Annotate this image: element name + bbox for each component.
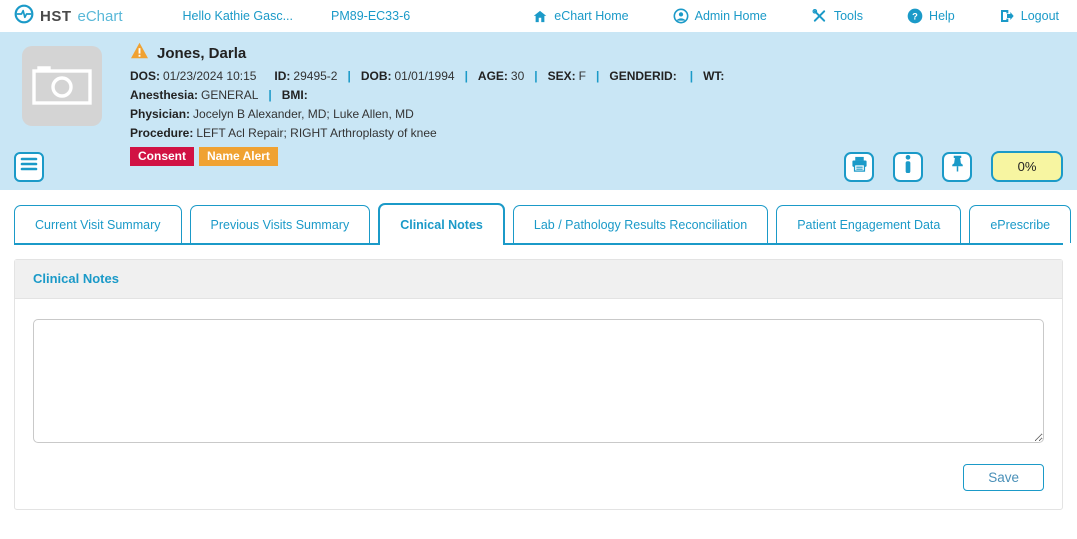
separator: | — [596, 67, 599, 86]
nav-label: Admin Home — [695, 9, 767, 23]
tab-bar: Current Visit Summary Previous Visits Su… — [14, 203, 1063, 245]
brand-echart-text: eChart — [78, 8, 123, 25]
patient-procedure-line: Procedure:LEFT Acl Repair; RIGHT Arthrop… — [130, 124, 727, 143]
warning-icon — [130, 42, 149, 64]
separator: | — [690, 67, 693, 86]
field-label: Anesthesia: — [130, 86, 198, 105]
pin-button[interactable] — [942, 152, 972, 182]
chart-completion-badge[interactable]: 0% — [991, 151, 1063, 182]
top-navigation-bar: HST eChart Hello Kathie Gasc... PM89-EC3… — [0, 0, 1077, 32]
field-label: DOB: — [361, 67, 392, 86]
tools-icon — [811, 8, 828, 24]
field-value: GENERAL — [201, 86, 258, 105]
user-greeting[interactable]: Hello Kathie Gasc... — [183, 9, 293, 23]
nav-label: eChart Home — [554, 9, 628, 23]
field-value: LEFT Acl Repair; RIGHT Arthroplasty of k… — [196, 124, 436, 143]
field-value: 30 — [511, 67, 524, 86]
panel-title: Clinical Notes — [33, 271, 119, 286]
clinical-notes-panel: Clinical Notes Save — [14, 259, 1063, 510]
clinical-notes-textarea[interactable] — [33, 319, 1044, 443]
tab-clinical-notes[interactable]: Clinical Notes — [378, 203, 505, 245]
camera-icon — [31, 62, 93, 111]
save-button[interactable]: Save — [963, 464, 1044, 491]
patient-photo-placeholder[interactable] — [22, 46, 102, 126]
home-icon — [532, 9, 548, 24]
patient-header: Jones, Darla DOS:01/23/2024 10:15 ID:294… — [0, 32, 1077, 190]
separator: | — [465, 67, 468, 86]
tab-lab-pathology-results-reconciliation[interactable]: Lab / Pathology Results Reconciliation — [513, 205, 768, 243]
tab-eprescribe[interactable]: ePrescribe — [969, 205, 1071, 243]
field-label: AGE: — [478, 67, 508, 86]
info-button[interactable] — [893, 152, 923, 182]
field-label: DOS: — [130, 67, 160, 86]
separator: | — [534, 67, 537, 86]
field-value: F — [579, 67, 586, 86]
logout-icon — [999, 8, 1015, 24]
topbar-nav: eChart Home Admin Home Tools ? Help Logo… — [510, 8, 1067, 24]
nav-label: Tools — [834, 9, 863, 23]
field-label: Physician: — [130, 105, 190, 124]
pin-icon — [950, 155, 965, 178]
patient-physician-line: Physician:Jocelyn B Alexander, MD; Luke … — [130, 105, 727, 124]
field-label: ID: — [274, 67, 290, 86]
field-value: 01/23/2024 10:15 — [163, 67, 256, 86]
patient-info-line-2: Anesthesia:GENERAL | BMI: — [130, 86, 727, 105]
print-button[interactable] — [844, 152, 874, 182]
nav-tools[interactable]: Tools — [789, 8, 885, 24]
separator: | — [347, 67, 350, 86]
field-label: Procedure: — [130, 124, 193, 143]
tab-current-visit-summary[interactable]: Current Visit Summary — [14, 205, 182, 243]
panel-header: Clinical Notes — [15, 260, 1062, 299]
svg-text:?: ? — [912, 11, 918, 21]
hamburger-icon — [20, 157, 38, 176]
nav-help[interactable]: ? Help — [885, 8, 977, 24]
panel-body: Save — [15, 299, 1062, 509]
field-value: Jocelyn B Alexander, MD; Luke Allen, MD — [193, 105, 414, 124]
patient-info-line-1: DOS:01/23/2024 10:15 ID:29495-2 | DOB:01… — [130, 67, 727, 86]
facility-code[interactable]: PM89-EC33-6 — [331, 9, 410, 23]
pulse-logo-icon — [14, 4, 34, 29]
tab-bar-wrap: Current Visit Summary Previous Visits Su… — [0, 190, 1077, 245]
help-icon: ? — [907, 8, 923, 24]
nav-label: Logout — [1021, 9, 1059, 23]
field-label: SEX: — [548, 67, 576, 86]
separator: | — [268, 86, 271, 105]
nav-logout[interactable]: Logout — [977, 8, 1067, 24]
admin-icon — [673, 8, 689, 24]
nav-echart-home[interactable]: eChart Home — [510, 9, 650, 24]
nav-label: Help — [929, 9, 955, 23]
info-icon — [904, 155, 912, 178]
patient-name: Jones, Darla — [157, 45, 246, 62]
field-label: GENDERID: — [609, 67, 676, 86]
field-value: 29495-2 — [293, 67, 337, 86]
menu-button[interactable] — [14, 152, 44, 182]
nav-admin-home[interactable]: Admin Home — [651, 8, 789, 24]
tab-patient-engagement-data[interactable]: Patient Engagement Data — [776, 205, 961, 243]
field-value: 01/01/1994 — [395, 67, 455, 86]
brand-hst-text: HST — [40, 8, 72, 25]
field-label: BMI: — [282, 86, 308, 105]
app-logo[interactable]: HST eChart — [14, 4, 123, 29]
field-label: WT: — [703, 67, 724, 86]
tab-previous-visits-summary[interactable]: Previous Visits Summary — [190, 205, 371, 243]
printer-icon — [851, 156, 868, 177]
